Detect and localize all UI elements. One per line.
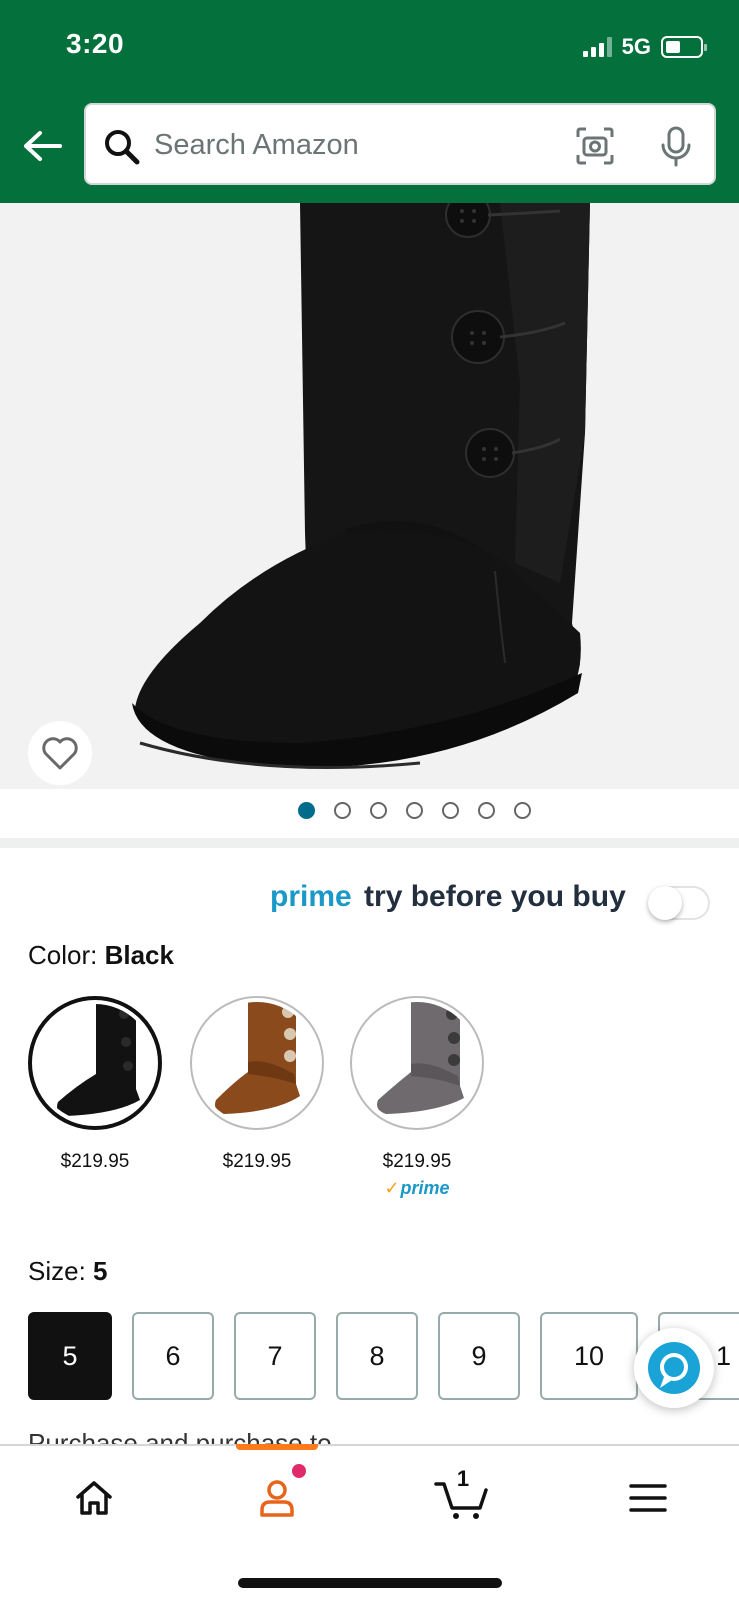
prime-try-before-you-buy: prime try before you buy (270, 880, 626, 914)
black-boot-thumbnail (57, 1004, 140, 1116)
chestnut-boot-thumbnail (215, 1002, 300, 1114)
size-option-5[interactable]: 5 (28, 1312, 112, 1400)
product-page: 3:20 5G Search Amazon prime try before y… (0, 0, 739, 1600)
color-price-chestnut: $219.95 (222, 1151, 292, 1172)
color-price-grey: $219.95 (382, 1151, 452, 1172)
search-input[interactable] (154, 123, 544, 167)
alexa-icon (648, 1342, 700, 1394)
home-icon (76, 1481, 112, 1515)
back-button[interactable] (20, 124, 64, 168)
notification-dot (292, 1464, 306, 1478)
search-bar[interactable] (84, 103, 716, 185)
back-arrow-icon (24, 131, 62, 161)
hamburger-menu-icon (629, 1484, 667, 1512)
battery-icon (661, 36, 707, 58)
status-time: 3:20 (66, 28, 125, 59)
bottom-navigation: 1 (0, 1444, 739, 1600)
image-carousel-dots (0, 802, 739, 828)
network-label: 5G (621, 34, 651, 59)
carousel-dot[interactable] (478, 802, 495, 819)
status-indicators: 5G (582, 34, 707, 60)
size-option-9[interactable]: 9 (438, 1312, 520, 1400)
prime-try-label: try before you buy (364, 880, 626, 913)
grey-boot-thumbnail (377, 1002, 464, 1114)
carousel-dot[interactable] (334, 802, 351, 819)
heart-icon (42, 737, 78, 770)
boot-image (132, 203, 590, 769)
size-option-8[interactable]: 8 (336, 1312, 418, 1400)
prime-try-toggle[interactable] (648, 886, 710, 920)
signal-icon (582, 37, 612, 57)
size-option-7[interactable]: 7 (234, 1312, 316, 1400)
prime-check-icon: ✓ (384, 1178, 400, 1198)
selected-size: 5 (93, 1256, 108, 1286)
nav-menu[interactable] (618, 1468, 678, 1528)
color-swatch-black[interactable] (28, 996, 162, 1130)
color-price-black: $219.95 (60, 1151, 130, 1172)
nav-home[interactable] (64, 1468, 124, 1528)
color-swatch-chestnut[interactable] (190, 996, 324, 1130)
cart-count: 1 (456, 1466, 470, 1491)
carousel-dot[interactable] (406, 802, 423, 819)
size-label: Size: 5 (28, 1256, 108, 1286)
microphone-icon[interactable] (656, 125, 696, 167)
section-divider (0, 838, 739, 848)
size-option-6[interactable]: 6 (132, 1312, 214, 1400)
prime-logo-text: prime (270, 880, 352, 913)
carousel-dot[interactable] (514, 802, 531, 819)
size-option-10[interactable]: 10 (540, 1312, 638, 1400)
active-tab-indicator (236, 1444, 318, 1450)
alexa-button[interactable] (634, 1328, 714, 1408)
product-image[interactable] (0, 203, 739, 789)
selected-color: Black (104, 940, 174, 970)
header: 3:20 5G (0, 0, 739, 203)
carousel-dot[interactable] (442, 802, 459, 819)
carousel-dot[interactable] (298, 802, 315, 819)
search-icon (105, 130, 140, 165)
color-label: Color: Black (28, 940, 174, 970)
wishlist-button[interactable] (28, 721, 92, 785)
camera-search-icon[interactable] (574, 125, 616, 167)
user-icon (260, 1480, 294, 1517)
home-indicator (238, 1578, 502, 1588)
color-swatch-grey[interactable] (350, 996, 484, 1130)
prime-badge: ✓prime (384, 1178, 450, 1198)
carousel-dot[interactable] (370, 802, 387, 819)
